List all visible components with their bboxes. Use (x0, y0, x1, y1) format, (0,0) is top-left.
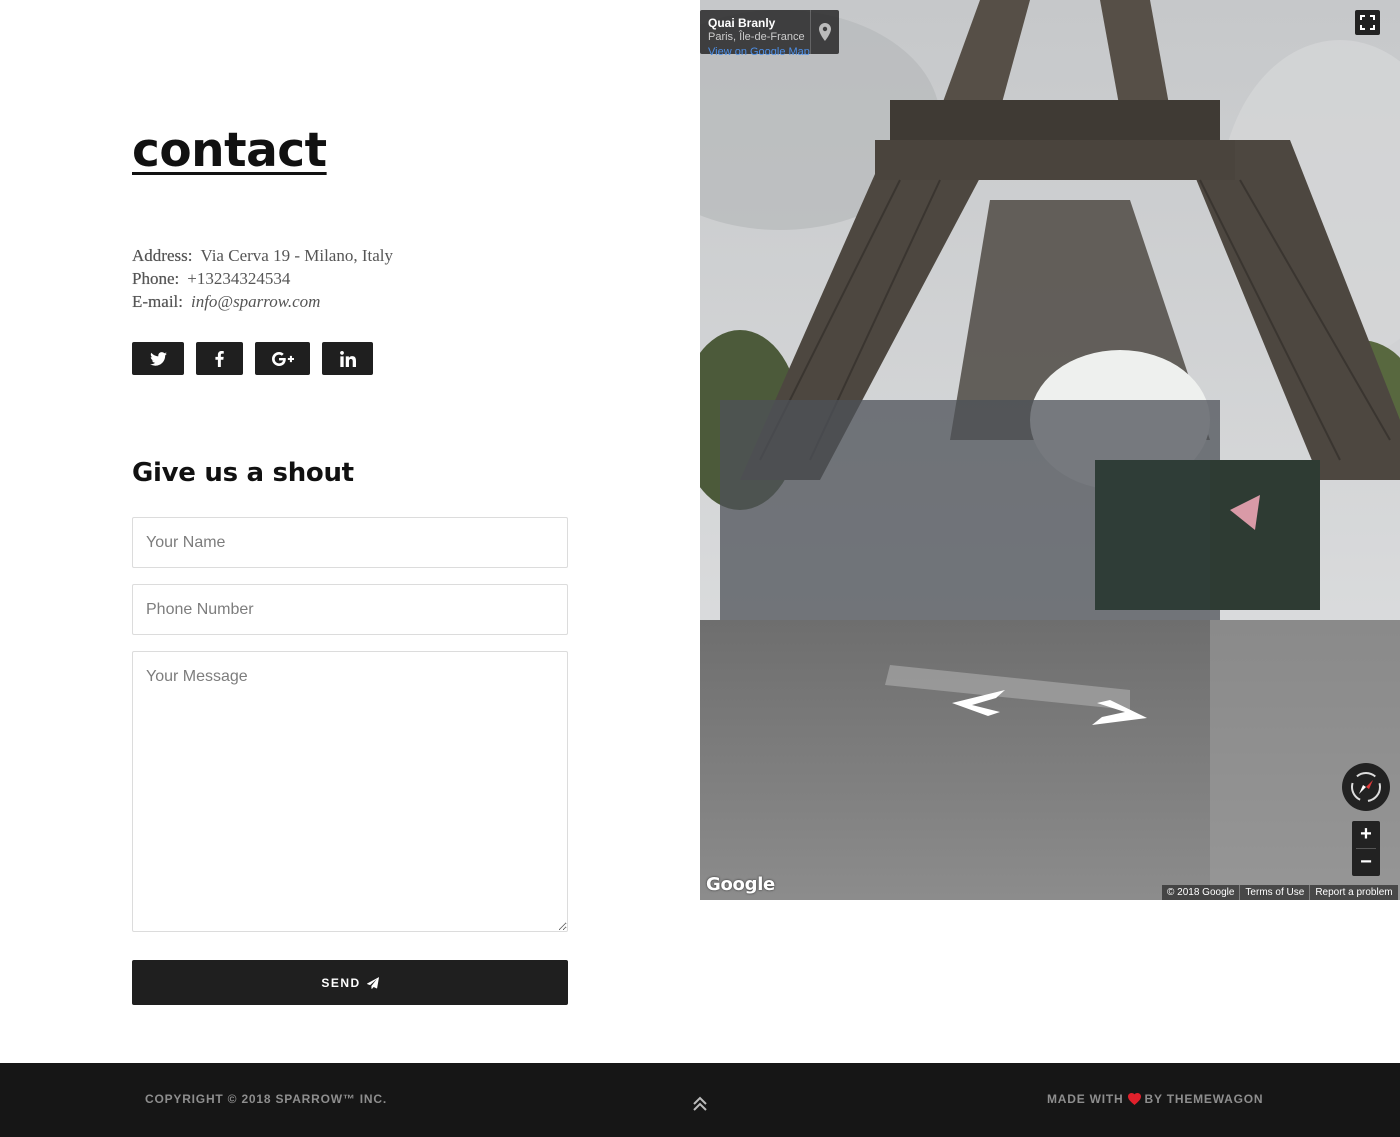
send-label: SEND (321, 975, 361, 990)
contact-info: Address: Via Cerva 19 - Milano, Italy Ph… (132, 244, 393, 313)
twitter-icon (149, 351, 167, 366)
contact-section: contact Address: Via Cerva 19 - Milano, … (0, 0, 700, 1063)
message-textarea[interactable] (132, 651, 568, 932)
place-region: Paris, Île-de-France (708, 31, 805, 43)
zoom-in-button[interactable]: + (1352, 821, 1380, 848)
facebook-button[interactable] (196, 342, 243, 375)
double-chevron-up-icon (693, 1096, 707, 1111)
map-pin-icon (819, 23, 831, 41)
form-heading: Give us a shout (132, 458, 354, 488)
zoom-control: + − (1352, 821, 1380, 876)
email-row: E-mail: info@sparrow.com (132, 290, 393, 313)
map-attribution: © 2018 Google Terms of Use Report a prob… (1162, 885, 1398, 900)
linkedin-icon (339, 350, 356, 367)
scroll-top-button[interactable] (690, 1094, 710, 1114)
compass-button[interactable] (1342, 763, 1390, 811)
footer-copyright: COPYRIGHT © 2018 SPARROW™ INC. (145, 1092, 387, 1106)
heart-icon (1127, 1093, 1141, 1105)
address-label: Address: (132, 246, 193, 265)
address-row: Address: Via Cerva 19 - Milano, Italy (132, 244, 393, 267)
place-card: Quai Branly Paris, Île-de-France View on… (700, 10, 839, 55)
footer: COPYRIGHT © 2018 SPARROW™ INC. MADE WITH… (0, 1063, 1400, 1137)
map-pin-button[interactable] (810, 10, 839, 54)
map-copyright: © 2018 Google (1162, 885, 1240, 900)
google-logo: Google (706, 874, 775, 895)
address-value: Via Cerva 19 - Milano, Italy (200, 246, 393, 265)
page-title: contact (132, 123, 327, 178)
report-problem-link[interactable]: Report a problem (1309, 885, 1398, 900)
made-with-text: MADE WITH (1047, 1092, 1124, 1106)
compass-icon (1351, 772, 1381, 802)
phone-input[interactable] (132, 584, 568, 635)
view-on-google-maps-link[interactable]: View on Google Maps (708, 46, 810, 55)
fullscreen-button[interactable] (1355, 10, 1380, 35)
send-button[interactable]: SEND (132, 960, 568, 1005)
google-plus-button[interactable] (255, 342, 310, 375)
street-view-map[interactable] (700, 0, 1400, 900)
phone-label: Phone: (132, 269, 180, 288)
linkedin-button[interactable] (322, 342, 373, 375)
twitter-button[interactable] (132, 342, 184, 375)
by-themewagon-link[interactable]: BY THEMEWAGON (1145, 1092, 1264, 1106)
fullscreen-icon (1360, 15, 1375, 30)
google-plus-icon (271, 351, 294, 366)
facebook-icon (215, 350, 224, 367)
paper-plane-icon (366, 976, 379, 989)
name-input[interactable] (132, 517, 568, 568)
social-links (132, 342, 373, 375)
zoom-out-button[interactable]: − (1352, 849, 1380, 876)
place-name: Quai Branly (708, 16, 776, 30)
email-link[interactable]: info@sparrow.com (191, 290, 320, 313)
street-view-image[interactable] (700, 0, 1400, 900)
footer-credit: MADE WITH BY THEMEWAGON (1047, 1092, 1263, 1106)
phone-value: +13234324534 (187, 269, 291, 288)
email-label: E-mail: (132, 292, 183, 311)
terms-of-use-link[interactable]: Terms of Use (1239, 885, 1310, 900)
phone-row: Phone: +13234324534 (132, 267, 393, 290)
